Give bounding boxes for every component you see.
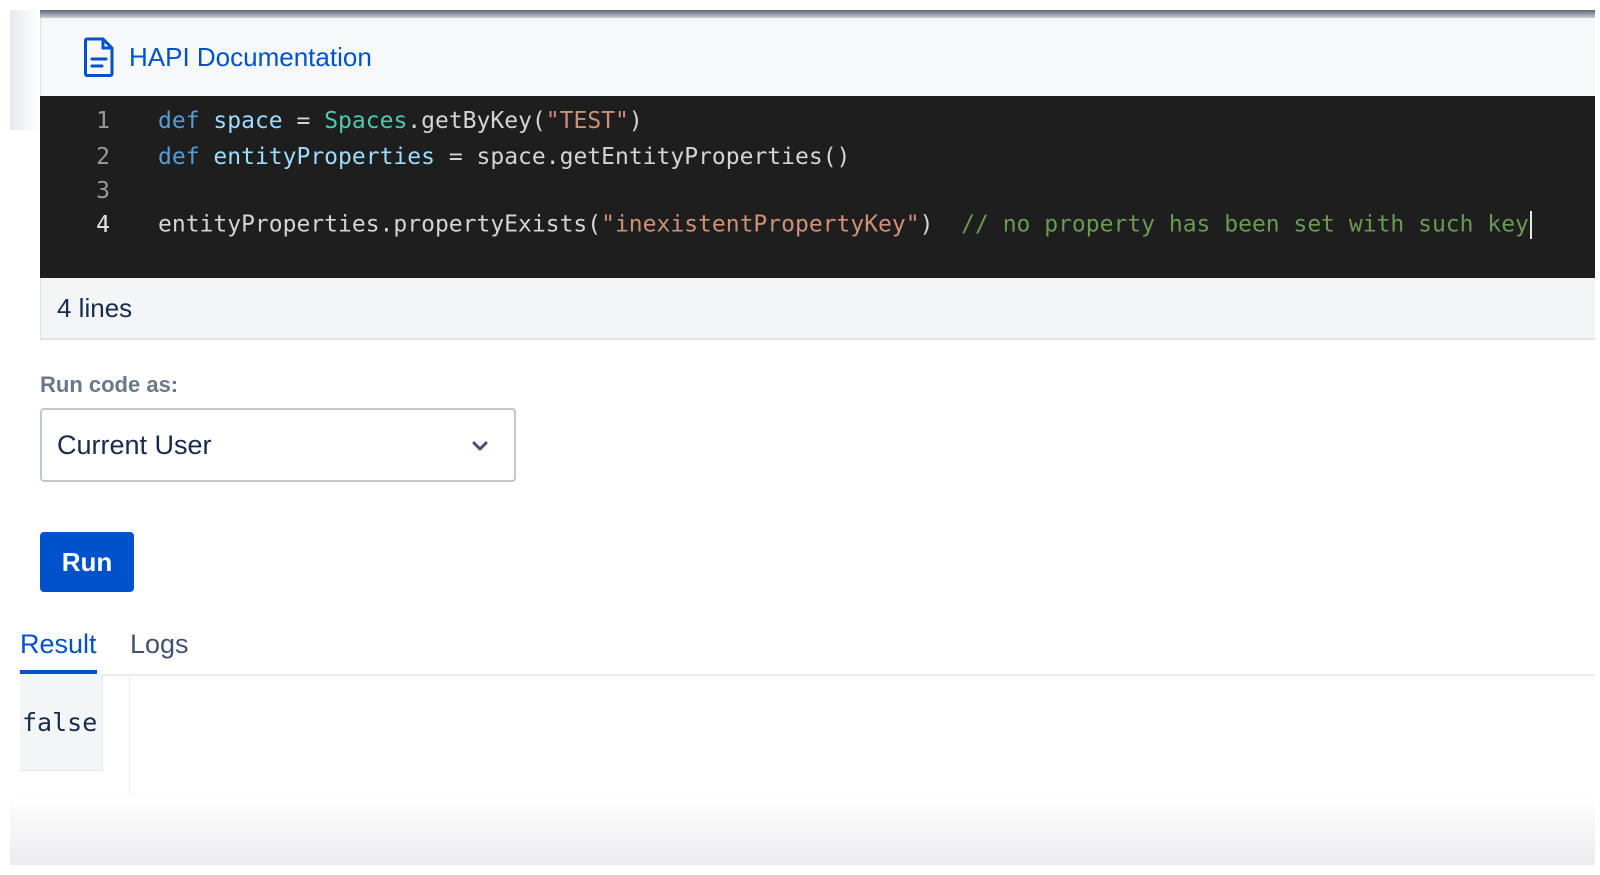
- code-token: .getByKey(: [407, 108, 546, 134]
- code-token: space: [213, 108, 283, 134]
- tab-result[interactable]: Result: [20, 626, 97, 674]
- code-token: // no property has been set with such ke…: [961, 211, 1529, 238]
- line-number: 3: [96, 178, 110, 204]
- result-value: false: [22, 708, 98, 737]
- top-shadow: [40, 10, 1595, 18]
- documentation-link[interactable]: HAPI Documentation: [129, 42, 372, 73]
- line-code: entityProperties.propertyExists("inexist…: [158, 211, 1532, 239]
- code-token: ): [919, 211, 962, 238]
- line-number: 4: [96, 212, 110, 238]
- code-token: ): [628, 108, 643, 134]
- result-panel: false: [20, 674, 130, 799]
- documentation-header: HAPI Documentation: [40, 18, 1595, 97]
- code-token: def: [158, 144, 200, 170]
- tab-logs[interactable]: Logs: [130, 626, 189, 670]
- line-number: 1: [96, 108, 110, 134]
- code-line[interactable]: 3: [40, 174, 1595, 208]
- code-token: "TEST": [545, 108, 629, 134]
- code-line[interactable]: 1 def space = Spaces.getByKey("TEST"): [40, 104, 1595, 138]
- run-as-selected-value: Current User: [57, 429, 212, 460]
- code-line[interactable]: 2 def entityProperties = space.getEntityP…: [40, 140, 1595, 174]
- left-shade: [10, 10, 40, 130]
- run-button[interactable]: Run: [40, 532, 134, 592]
- run-as-select[interactable]: Current User: [40, 408, 516, 482]
- document-icon: [83, 37, 115, 77]
- app-frame: HAPI Documentation 1 def space = Spaces.g…: [10, 10, 1595, 865]
- result-box: false: [20, 674, 103, 771]
- code-line[interactable]: 4 entityProperties.propertyExists("inexis…: [40, 208, 1595, 242]
- code-token: "inexistentPropertyKey": [601, 211, 920, 238]
- bottom-shade: [10, 795, 1595, 865]
- code-token: = space.getEntityProperties(): [434, 144, 851, 170]
- code-token: def: [158, 108, 200, 134]
- run-as-label: Run code as:: [40, 372, 179, 397]
- line-count: 4 lines: [57, 292, 133, 323]
- line-number: 2: [96, 144, 110, 170]
- result-tabs: Result Logs: [20, 624, 1595, 676]
- text-cursor: [1529, 211, 1532, 239]
- code-editor[interactable]: 1 def space = Spaces.getByKey("TEST") 2 def…: [40, 96, 1595, 278]
- line-code: def space = Spaces.getByKey("TEST"): [158, 108, 643, 134]
- code-token: Spaces: [324, 108, 408, 134]
- chevron-down-icon: [472, 439, 488, 451]
- code-token: =: [282, 108, 325, 134]
- code-token: entityProperties.propertyExists(: [158, 211, 602, 238]
- line-code: def entityProperties = space.getEntityPr…: [158, 144, 850, 170]
- editor-footer: 4 lines: [40, 278, 1595, 340]
- code-token: entityProperties: [213, 144, 435, 170]
